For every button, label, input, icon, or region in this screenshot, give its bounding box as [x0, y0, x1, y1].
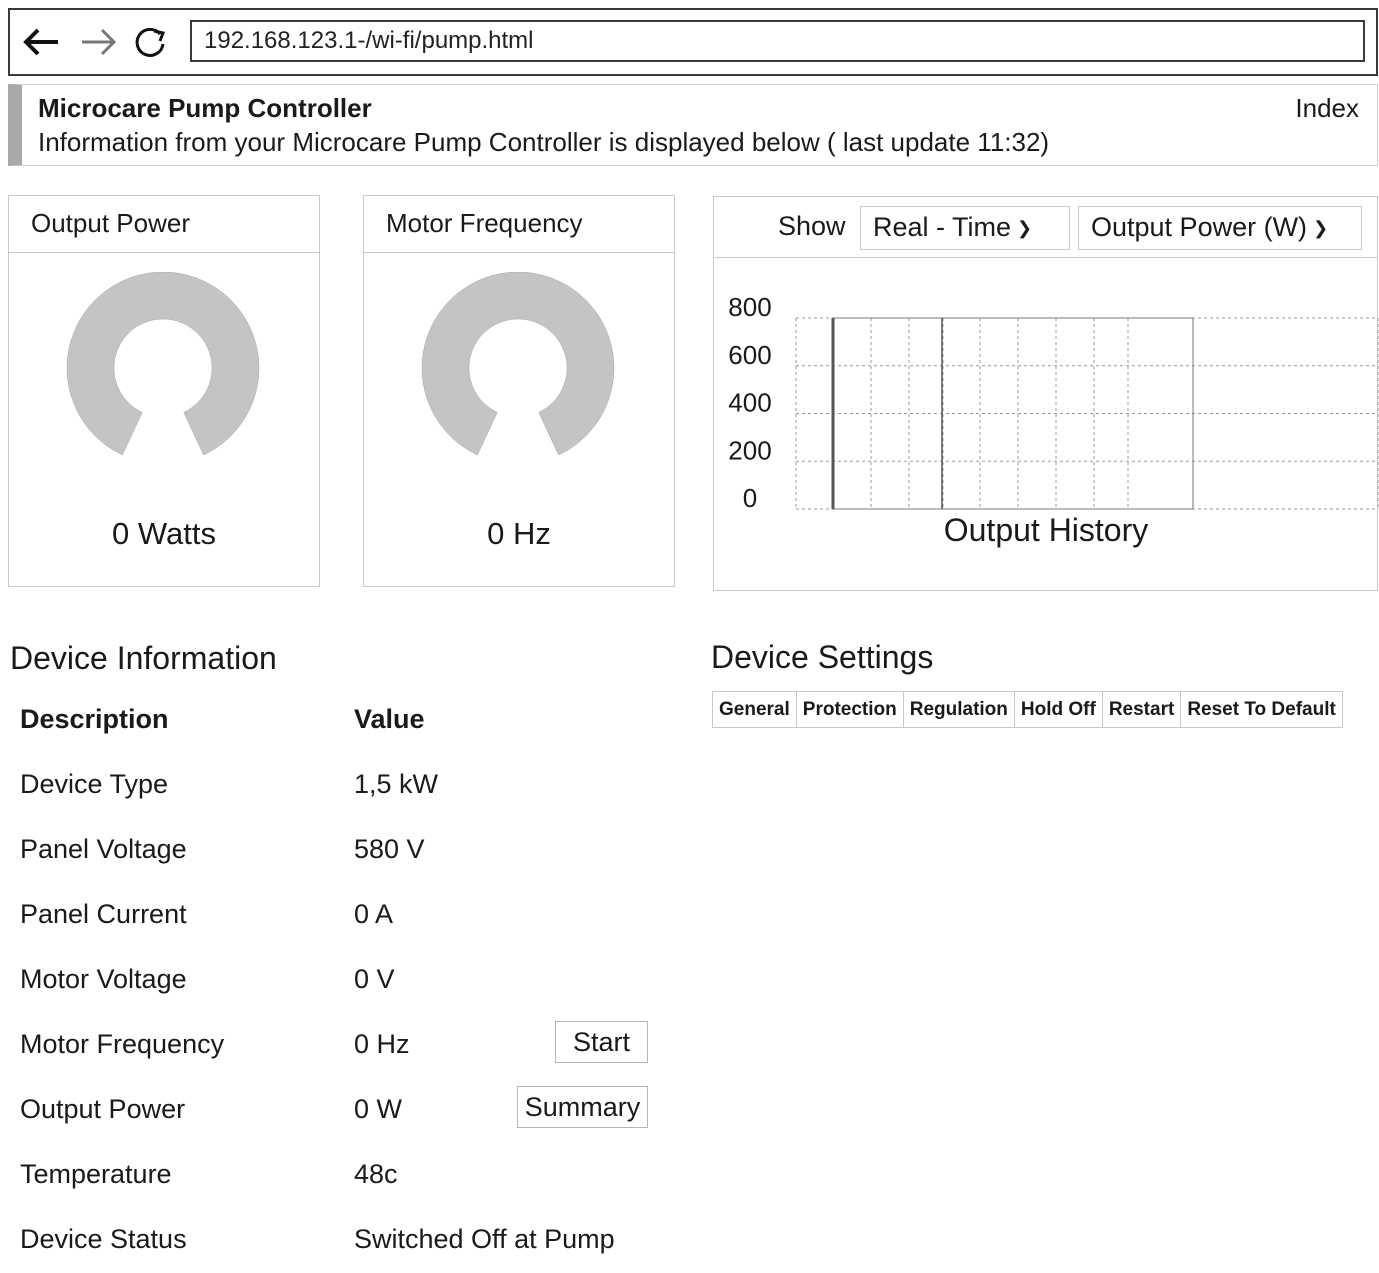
- tab-regulation[interactable]: Regulation: [904, 692, 1015, 727]
- output-power-gauge: [66, 272, 260, 456]
- row-value: 0 Hz: [354, 1029, 410, 1059]
- back-arrow-icon[interactable]: [18, 24, 58, 60]
- device-information-title: Device Information: [10, 640, 277, 676]
- output-history-chart: 800 600 400 200 0 Output History: [728, 292, 1379, 548]
- metric-select[interactable]: Output Power (W) ❯: [1078, 206, 1362, 250]
- settings-tab-bar: General Protection Regulation Hold Off R…: [712, 691, 1343, 728]
- chevron-down-icon: ❯: [1017, 218, 1033, 238]
- motor-frequency-gauge: [421, 272, 615, 456]
- row-description: Motor Voltage: [20, 964, 187, 994]
- device-settings-title: Device Settings: [711, 639, 934, 675]
- row-description: Device Status: [20, 1224, 187, 1254]
- metric-value: Output Power (W): [1091, 212, 1308, 242]
- chart-title: Output History: [944, 512, 1149, 548]
- summary-button[interactable]: Summary: [517, 1086, 648, 1128]
- output-power-value: 0 Watts: [112, 516, 216, 551]
- value-header: Value: [354, 704, 425, 734]
- y-tick-label: 200: [728, 435, 771, 465]
- row-value: Switched Off at Pump: [354, 1224, 615, 1254]
- row-value: 0 W: [354, 1094, 403, 1124]
- time-range-select[interactable]: Real - Time ❯: [860, 206, 1070, 250]
- card-title: Motor Frequency: [364, 196, 674, 253]
- y-tick-label: 0: [743, 483, 757, 513]
- address-bar[interactable]: 192.168.123.1-/wi-fi/pump.html: [190, 20, 1365, 62]
- device-info-table: Description Value Device Type 1,5 kW Pan…: [20, 688, 660, 1273]
- index-link[interactable]: Index: [1295, 93, 1359, 124]
- chevron-down-icon: ❯: [1313, 218, 1329, 238]
- y-tick-label: 600: [728, 340, 771, 370]
- row-value: 48c: [354, 1159, 398, 1189]
- page-title: Microcare Pump Controller: [38, 93, 372, 123]
- row-value: 0 A: [354, 899, 394, 929]
- start-button[interactable]: Start: [555, 1021, 648, 1063]
- tab-reset-to-default[interactable]: Reset To Default: [1181, 692, 1342, 727]
- row-value: 1,5 kW: [354, 769, 439, 799]
- tab-general[interactable]: General: [713, 692, 797, 727]
- y-tick-label: 400: [728, 388, 771, 418]
- output-history-panel: Show Real - Time ❯ Output Power (W) ❯ 800 6…: [713, 196, 1379, 591]
- row-value: 580 V: [354, 834, 425, 864]
- row-value: 0 V: [354, 964, 395, 994]
- browser-toolbar: 192.168.123.1-/wi-fi/pump.html: [8, 8, 1378, 76]
- tab-restart[interactable]: Restart: [1103, 692, 1182, 727]
- output-power-card: Output Power 0 Watts: [8, 195, 320, 587]
- show-label: Show: [778, 211, 846, 241]
- page-header: Microcare Pump Controller Information fr…: [8, 84, 1378, 166]
- time-range-value: Real - Time: [873, 212, 1012, 242]
- description-header: Description: [20, 704, 169, 734]
- chart-controls: Show Real - Time ❯ Output Power (W) ❯: [714, 197, 1377, 258]
- table-row: Motor Frequency 0 Hz Start: [20, 1013, 660, 1078]
- row-description: Panel Current: [20, 899, 187, 929]
- tab-protection[interactable]: Protection: [797, 692, 904, 727]
- row-description: Device Type: [20, 769, 169, 799]
- forward-arrow-icon[interactable]: [78, 24, 118, 60]
- row-description: Temperature: [20, 1159, 172, 1189]
- table-row: Motor Voltage 0 V: [20, 948, 660, 1013]
- page-subtitle: Information from your Microcare Pump Con…: [38, 127, 1050, 157]
- card-title: Output Power: [9, 196, 319, 253]
- row-description: Output Power: [20, 1094, 186, 1124]
- table-row: Panel Current 0 A: [20, 883, 660, 948]
- table-row: Panel Voltage 580 V: [20, 818, 660, 883]
- row-description: Motor Frequency: [20, 1029, 225, 1059]
- table-header-row: Description Value: [20, 688, 660, 753]
- tab-hold-off[interactable]: Hold Off: [1015, 692, 1103, 727]
- table-row: Output Power 0 W Summary: [20, 1078, 660, 1143]
- motor-frequency-value: 0 Hz: [487, 516, 551, 551]
- y-tick-label: 800: [728, 292, 771, 322]
- table-row: Device Status Switched Off at Pump: [20, 1208, 660, 1273]
- reload-icon[interactable]: [130, 24, 170, 60]
- table-row: Temperature 48c: [20, 1143, 660, 1208]
- motor-frequency-card: Motor Frequency 0 Hz: [363, 195, 675, 587]
- row-description: Panel Voltage: [20, 834, 187, 864]
- table-row: Device Type 1,5 kW: [20, 753, 660, 818]
